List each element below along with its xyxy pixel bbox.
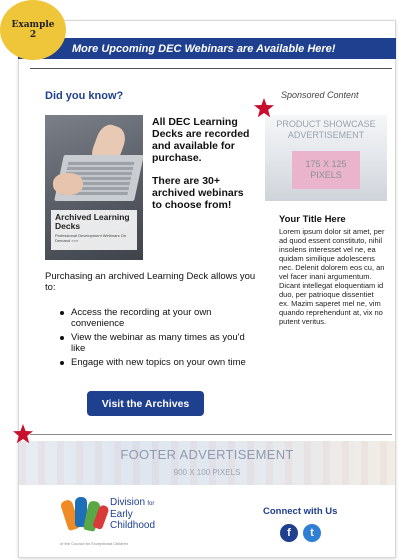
badge-label: Example (11, 20, 55, 30)
twitter-icon[interactable]: t (303, 524, 321, 542)
logo-tagline: of the Council for Exceptional Children (60, 541, 129, 546)
example-badge: Example 2 (0, 0, 66, 60)
sidebar-body: Lorem ipsum dolor sit amet, per ad quod … (279, 227, 385, 326)
deck-image-caption: Archived Learning Decks Professional Dev… (51, 210, 137, 250)
benefits-list: Access the recording at your own conveni… (58, 307, 258, 371)
footer-advertisement[interactable]: FOOTER ADVERTISEMENT 900 X 100 PIXELS (19, 441, 395, 485)
visit-archives-button[interactable]: Visit the Archives (87, 391, 204, 416)
webinar-banner[interactable]: More Upcoming DEC Webinars are Available… (18, 38, 396, 59)
footer-divider (30, 434, 392, 435)
feature-para-count: There are 30+ archived webinars to choos… (152, 175, 244, 211)
red-star-icon (13, 424, 33, 444)
product-showcase-ad[interactable]: PRODUCT SHOWCASE ADVERTISEMENT 175 X 125… (265, 115, 387, 201)
logo-word-division: Division (110, 497, 146, 508)
product-ad-size-box: 175 X 125 PIXELS (292, 151, 360, 189)
did-you-know-heading: Did you know? (45, 90, 124, 102)
deck-image-title: Archived Learning Decks (55, 212, 130, 231)
red-star-icon (254, 98, 274, 118)
header-divider (30, 68, 392, 69)
logo-wordmark: Division for Early Childhood (110, 497, 155, 531)
sponsored-content-label: Sponsored Content (281, 90, 359, 100)
list-item: Access the recording at your own conveni… (58, 307, 258, 329)
sidebar-title: Your Title Here (279, 214, 346, 225)
list-item: Engage with new topics on your own time (58, 357, 258, 368)
deck-image-subtitle: Professional Development Webinars On Dem… (55, 233, 127, 243)
feature-text: All DEC Learning Decks are recorded and … (152, 116, 252, 211)
list-item: View the webinar as many times as you'd … (58, 332, 258, 354)
footer-ad-size: 900 X 100 PIXELS (173, 468, 241, 477)
product-ad-title: PRODUCT SHOWCASE ADVERTISEMENT (276, 119, 376, 140)
purchasing-intro: Purchasing an archived Learning Deck all… (45, 271, 256, 293)
feature-para-recorded: All DEC Learning Decks are recorded and … (152, 116, 250, 164)
dec-logo[interactable]: Division for Early Childhood of the Coun… (59, 494, 175, 548)
facebook-icon[interactable]: f (280, 524, 298, 542)
footer-ad-title: FOOTER ADVERTISEMENT (120, 447, 294, 462)
logo-word-early: Early (110, 509, 133, 520)
learning-decks-image[interactable]: Archived Learning Decks Professional Dev… (45, 115, 143, 260)
product-ad-units: PIXELS (310, 170, 342, 180)
hand-shape (53, 173, 83, 195)
logo-word-childhood: Childhood (110, 520, 156, 531)
badge-number: 2 (29, 30, 37, 40)
logo-word-for: for (147, 501, 155, 507)
banner-text: More Upcoming DEC Webinars are Available… (72, 42, 336, 55)
product-ad-dimensions: 175 X 125 (305, 159, 347, 169)
connect-heading: Connect with Us (263, 506, 338, 517)
